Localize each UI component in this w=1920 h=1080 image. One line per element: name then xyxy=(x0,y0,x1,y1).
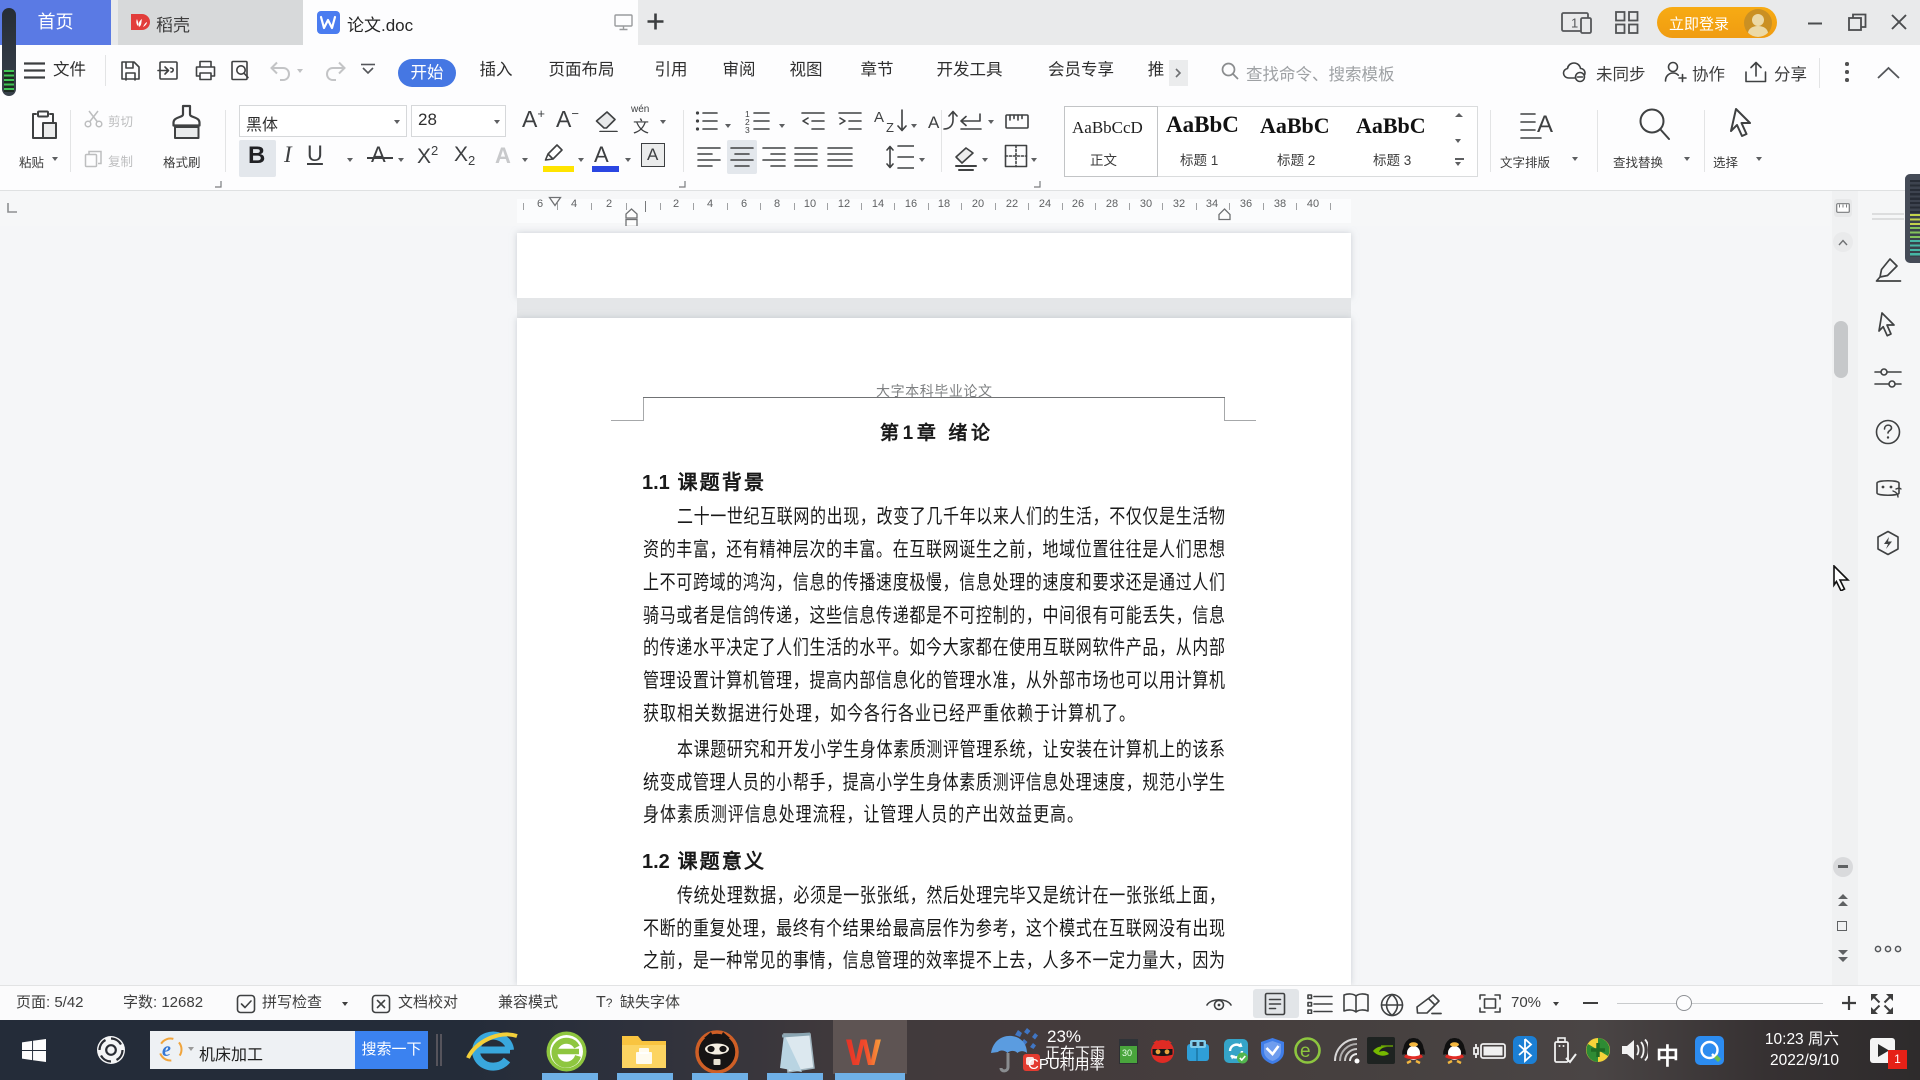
svg-text:e: e xyxy=(1300,1041,1311,1062)
svg-text:3: 3 xyxy=(745,125,750,133)
svg-text:Z: Z xyxy=(886,120,894,134)
svg-text:A: A xyxy=(1537,111,1553,138)
svg-text:A: A xyxy=(874,109,884,126)
svg-text:W: W xyxy=(846,1034,881,1070)
svg-text:1: 1 xyxy=(1571,16,1578,31)
svg-text:A: A xyxy=(928,113,940,132)
svg-text:e: e xyxy=(162,1039,171,1061)
